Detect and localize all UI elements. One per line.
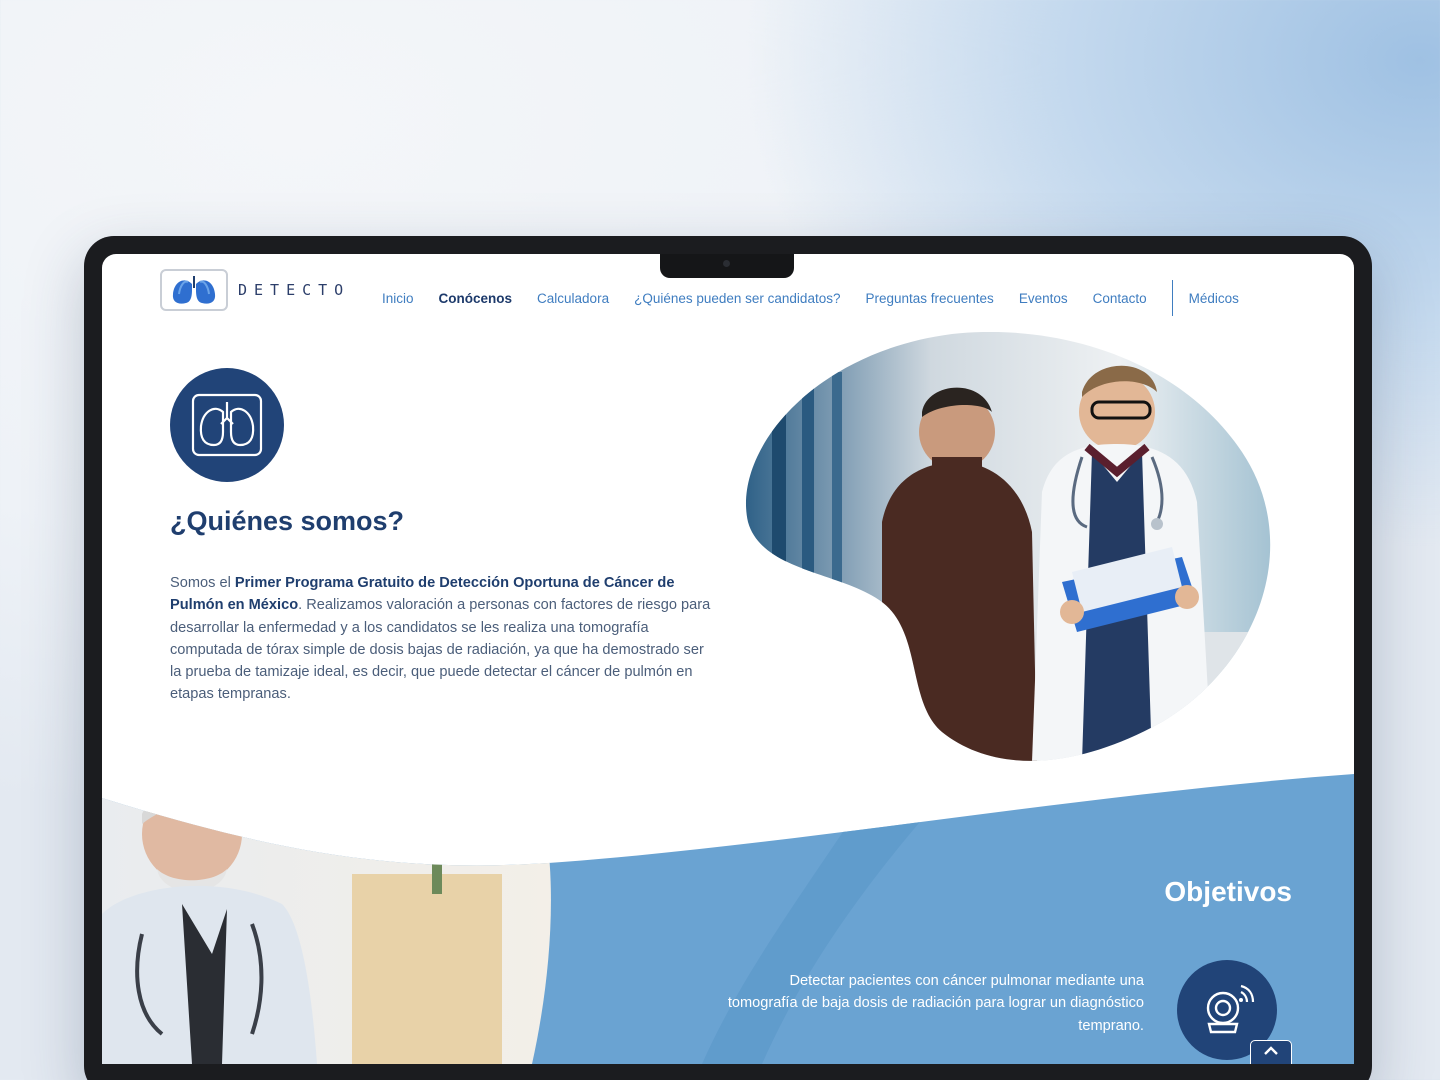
about-description: Somos el Primer Programa Gratuito de Det… xyxy=(170,572,715,706)
laptop-frame: DETECTO Inicio Conócenos Calculadora ¿Qu… xyxy=(84,236,1372,1080)
about-text-intro: Somos el xyxy=(170,575,235,591)
doctor-patient-photo xyxy=(745,332,1271,761)
brand-name: DETECTO xyxy=(238,281,351,299)
website-screen: DETECTO Inicio Conócenos Calculadora ¿Qu… xyxy=(102,254,1354,1064)
nav-item-calculadora[interactable]: Calculadora xyxy=(537,291,609,306)
nav-item-preguntas[interactable]: Preguntas frecuentes xyxy=(865,291,993,306)
nav-item-inicio[interactable]: Inicio xyxy=(382,291,414,306)
lungs-icon xyxy=(170,368,284,482)
scroll-to-top-button[interactable] xyxy=(1250,1040,1292,1064)
chevron-up-icon xyxy=(1264,1046,1278,1055)
about-title: ¿Quiénes somos? xyxy=(170,506,405,536)
objetivos-title: Objetivos xyxy=(1164,876,1292,907)
nav-item-candidatos[interactable]: ¿Quiénes pueden ser candidatos? xyxy=(634,291,840,306)
logo-lungs-icon xyxy=(160,269,228,311)
nav-item-conocenos[interactable]: Conócenos xyxy=(439,291,513,306)
nav-item-eventos[interactable]: Eventos xyxy=(1019,291,1068,306)
nav-divider xyxy=(1171,280,1173,316)
brand-logo[interactable]: DETECTO xyxy=(160,269,350,311)
nav-item-medicos[interactable]: Médicos xyxy=(1189,291,1239,306)
nav-item-contacto[interactable]: Contacto xyxy=(1093,291,1147,306)
main-menu: Inicio Conócenos Calculadora ¿Quiénes pu… xyxy=(382,280,1264,316)
objetivos-description: Detectar pacientes con cáncer pulmonar m… xyxy=(727,973,1144,1034)
camera-icon xyxy=(723,260,730,267)
camera-notch xyxy=(660,254,794,278)
